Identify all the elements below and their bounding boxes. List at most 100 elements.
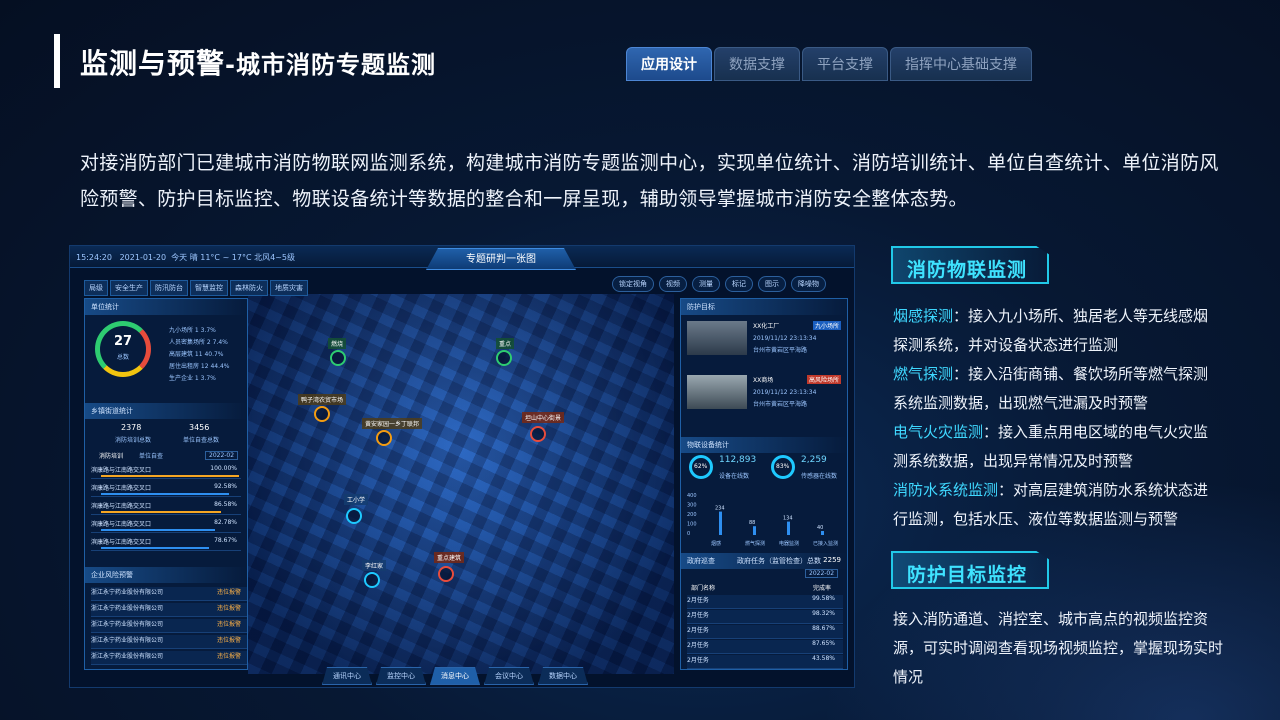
risk-row[interactable]: 浙江永宁药业股份有限公司 违位报警 (91, 635, 247, 649)
city-3d-map[interactable] (248, 294, 674, 674)
iot-bar-value: 234 (715, 506, 725, 512)
pin-label: 李红家 (362, 560, 387, 571)
map-pin[interactable] (364, 572, 380, 588)
year-select[interactable]: 2022-02 (205, 451, 239, 460)
map-pin[interactable] (438, 566, 454, 582)
dashboard-screenshot: 15:24:20 2021-01-20 今天 晴 11°C ~ 17°C 北风4… (69, 245, 855, 688)
target-time: 2019/11/12 23:13:34 (753, 389, 817, 396)
bottom-nav-item[interactable]: 数据中心 (538, 667, 588, 685)
map-pin[interactable] (314, 406, 330, 422)
tab-self-check[interactable]: 单位自查 (139, 451, 163, 460)
iot-bar (821, 531, 824, 535)
map-pin[interactable] (376, 430, 392, 446)
dash-nav-item[interactable]: 地质灾害 (270, 280, 308, 296)
iot-bar-label: 燃气探测 (745, 540, 765, 547)
tab-bar: 应用设计 数据支撑 平台支撑 指挥中心基础支撑 (626, 47, 1032, 81)
target-address: 台州市黄岩区平海路 (753, 401, 808, 408)
iot-bar (787, 521, 790, 535)
risk-row[interactable]: 浙江永宁药业股份有限公司 违位报警 (91, 587, 247, 601)
pin-label: 黄安家园一乡丁联邦 (362, 418, 423, 429)
training-row: 滨康路与江南路交叉口 92.58% (91, 483, 241, 497)
training-row-bar (101, 547, 209, 549)
dash-nav-item[interactable]: 局级 (84, 280, 108, 296)
dash-nav-item[interactable]: 防汛防台 (150, 280, 188, 296)
tab-application-design[interactable]: 应用设计 (626, 47, 712, 81)
tab-command-center-support[interactable]: 指挥中心基础支撑 (890, 47, 1032, 81)
training-row-bar (101, 529, 215, 531)
training-row-bar (101, 493, 229, 495)
tab-training[interactable]: 消防培训 (99, 451, 123, 460)
iot-item-electrical: 电气火灾监测：接入重点用电区域的电气火灾监测系统数据，出现异常情况及时预警 (893, 423, 1209, 470)
risk-row[interactable]: 浙江永宁药业股份有限公司 违位报警 (91, 651, 247, 665)
tab-platform-support[interactable]: 平台支撑 (802, 47, 888, 81)
target-thumbnail[interactable] (687, 375, 747, 409)
map-pin[interactable] (330, 350, 346, 366)
target-name: XX商场 (753, 377, 774, 384)
tool-denoise[interactable]: 降噪物 (791, 276, 826, 292)
tool-measure[interactable]: 测量 (692, 276, 720, 292)
risk-row[interactable]: 浙江永宁药业股份有限公司 违位报警 (91, 619, 247, 633)
training-row: 滨康路与江南路交叉口 86.58% (91, 501, 241, 515)
iot-monitoring-description: 烟感探测：接入九小场所、独居老人等无线感烟探测系统，并对设备状态进行监测 燃气探… (893, 302, 1223, 534)
bottom-nav-item[interactable]: 监控中心 (376, 667, 426, 685)
dash-nav-item[interactable]: 智慧监控 (190, 280, 228, 296)
target-address: 台州市黄岩区平海路 (753, 347, 808, 354)
iot-item-gas: 燃气探测：接入沿街商铺、餐饮场所等燃气探测系统监测数据，出现燃气泄漏及时预警 (893, 365, 1209, 412)
iot-bar (719, 511, 722, 535)
patrol-row[interactable]: 2月任务 88.67% (687, 625, 843, 639)
iot-bar-value: 40 (817, 525, 823, 531)
iot-item-water: 消防水系统监测：对高层建筑消防水系统状态进行监测，包括水压、液位等数据监测与预警 (893, 481, 1209, 528)
patrol-col-rate: 完成率 (813, 585, 832, 592)
training-row: 滨康路与江南路交叉口 100.00% (91, 465, 241, 479)
iot-bar-value: 134 (783, 516, 793, 522)
self-check-label: 单位自查总数 (183, 437, 220, 444)
self-check-count: 3456 (189, 423, 210, 432)
bottom-nav-item[interactable]: 通讯中心 (322, 667, 372, 685)
pin-label: 工小学 (344, 494, 369, 505)
iot-ring-b: 83% (771, 455, 795, 479)
iot-y-tick: 100 (687, 522, 697, 528)
patrol-year-select[interactable]: 2022-02 (805, 569, 839, 578)
target-monitoring-description: 接入消防通道、消控室、城市高点的视频监控资源，可实时调阅查看现场视频监控，掌握现… (893, 610, 1224, 686)
map-pin[interactable] (496, 350, 512, 366)
target-thumbnail[interactable] (687, 321, 747, 355)
title-accent-bar (54, 34, 60, 88)
pin-label: 重点 (496, 338, 515, 349)
tool-video[interactable]: 视频 (659, 276, 687, 292)
iot-y-tick: 0 (687, 531, 690, 537)
target-time: 2019/11/12 23:13:34 (753, 335, 817, 342)
target-header: 防护目标 (681, 299, 847, 315)
iot-bar-label: 烟感 (711, 540, 721, 547)
dashboard-datetime: 15:24:20 2021-01-20 今天 晴 11°C ~ 17°C 北风4… (76, 253, 296, 262)
dash-nav-item[interactable]: 森林防火 (230, 280, 268, 296)
dash-nav-item[interactable]: 安全生产 (110, 280, 148, 296)
unit-stats-ring: 27 总数 (95, 321, 151, 377)
patrol-row[interactable]: 2月任务 43.58% (687, 655, 843, 669)
dashboard-topbar: 15:24:20 2021-01-20 今天 晴 11°C ~ 17°C 北风4… (70, 246, 854, 270)
patrol-row[interactable]: 2月任务 98.32% (687, 610, 843, 624)
iot-ring-a: 62% (689, 455, 713, 479)
tab-data-support[interactable]: 数据支撑 (714, 47, 800, 81)
training-count-label: 消防培训总数 (115, 437, 152, 444)
pin-label: 重点建筑 (434, 552, 465, 563)
dashboard-tools: 锁定视角 视频 测量 标记 图示 降噪物 (612, 276, 826, 292)
bottom-nav-item[interactable]: 会议中心 (484, 667, 534, 685)
risk-row[interactable]: 浙江永宁药业股份有限公司 违位报警 (91, 603, 247, 617)
tool-lock-view[interactable]: 锁定视角 (612, 276, 654, 292)
iot-bar-value: 88 (749, 520, 755, 526)
patrol-row[interactable]: 2月任务 99.58% (687, 595, 843, 609)
patrol-row[interactable]: 2月任务 87.65% (687, 640, 843, 654)
iot-item-smoke: 烟感探测：接入九小场所、独居老人等无线感烟探测系统，并对设备状态进行监测 (893, 307, 1209, 354)
iot-a-label: 设备在线数 (719, 473, 750, 480)
patrol-col-dept: 部门名称 (691, 585, 716, 592)
map-pin[interactable] (530, 426, 546, 442)
tool-mark[interactable]: 标记 (725, 276, 753, 292)
map-pin[interactable] (346, 508, 362, 524)
iot-a-value: 112,893 (719, 455, 757, 465)
bottom-nav-item[interactable]: 消息中心 (430, 667, 480, 685)
legend-item: 九小场所 1 3.7% (169, 327, 216, 334)
iot-bar (753, 526, 756, 535)
risk-warning-header: 企业风险预警 (85, 567, 247, 583)
tool-legend[interactable]: 图示 (758, 276, 786, 292)
iot-header: 物联设备统计 (681, 437, 847, 453)
